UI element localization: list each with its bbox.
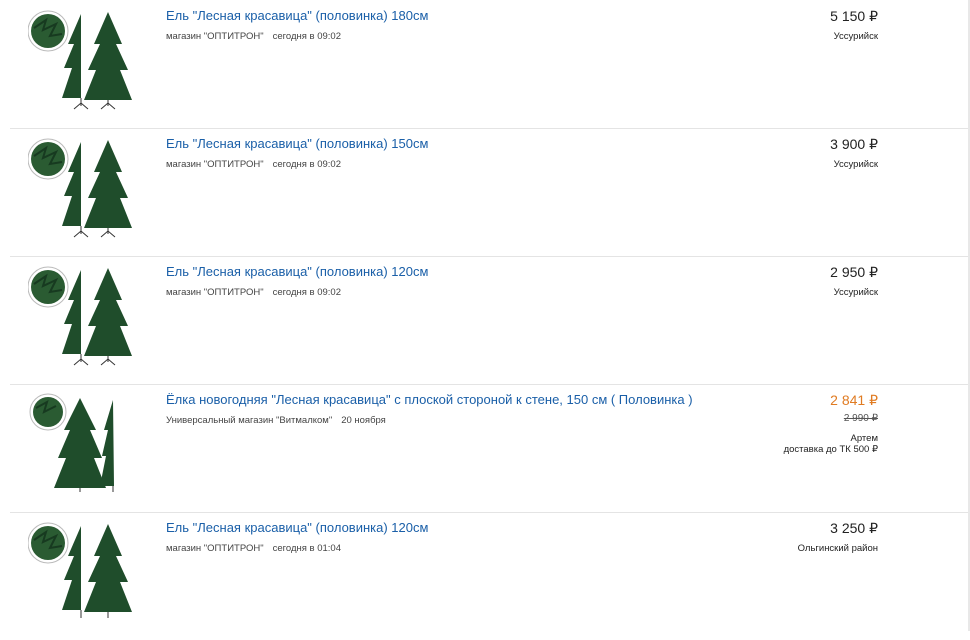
listing-price: 2 841 ₽: [830, 392, 878, 408]
listing-title-link[interactable]: Ёлка новогодняя "Лесная красавица" с пло…: [166, 392, 693, 407]
listing-price: 5 150 ₽: [830, 8, 878, 24]
listing-image[interactable]: [28, 518, 138, 622]
listing-location: Артем: [850, 433, 878, 444]
listing-date: сегодня в 09:02: [272, 287, 341, 298]
listing-image[interactable]: [28, 390, 138, 494]
listing-title-link[interactable]: Ель "Лесная красавица" (половинка) 120см: [166, 520, 428, 535]
seller-name[interactable]: магазин "ОПТИТРОН": [166, 287, 264, 298]
listing-meta: магазин "ОПТИТРОН" сегодня в 01:04: [166, 543, 341, 554]
listing-location: Уссурийск: [833, 31, 878, 42]
listing-meta: Универсальный магазин "Витмалком" 20 нояб…: [166, 415, 386, 426]
seller-name[interactable]: Универсальный магазин "Витмалком": [166, 415, 332, 426]
listing-location: Ольгинский район: [797, 543, 878, 554]
listing-price: 3 900 ₽: [830, 136, 878, 152]
listing-row[interactable]: Ель "Лесная красавица" (половинка) 180см…: [10, 0, 970, 129]
listing-title-link[interactable]: Ель "Лесная красавица" (половинка) 120см: [166, 264, 428, 279]
listing-price: 3 250 ₽: [830, 520, 878, 536]
listing-row[interactable]: Ёлка новогодняя "Лесная красавица" с пло…: [10, 384, 970, 513]
listing-title-link[interactable]: Ель "Лесная красавица" (половинка) 180см: [166, 8, 428, 23]
listing-date: 20 ноября: [341, 415, 386, 426]
listing-meta: магазин "ОПТИТРОН" сегодня в 09:02: [166, 287, 341, 298]
listing-date: сегодня в 09:02: [272, 31, 341, 42]
listing-date: сегодня в 01:04: [272, 543, 341, 554]
listing-row[interactable]: Ель "Лесная красавица" (половинка) 150см…: [10, 128, 970, 257]
listing-row[interactable]: Ель "Лесная красавица" (половинка) 120см…: [10, 256, 970, 385]
listing-meta: магазин "ОПТИТРОН" сегодня в 09:02: [166, 159, 341, 170]
listing-price: 2 950 ₽: [830, 264, 878, 280]
listing-title-link[interactable]: Ель "Лесная красавица" (половинка) 150см: [166, 136, 428, 151]
seller-name[interactable]: магазин "ОПТИТРОН": [166, 31, 264, 42]
listing-old-price: 2 990 ₽: [843, 413, 878, 424]
seller-name[interactable]: магазин "ОПТИТРОН": [166, 159, 264, 170]
listing-date: сегодня в 09:02: [272, 159, 341, 170]
listing-row[interactable]: Ель "Лесная красавица" (половинка) 120см…: [10, 512, 970, 640]
seller-name[interactable]: магазин "ОПТИТРОН": [166, 543, 264, 554]
listing-meta: магазин "ОПТИТРОН" сегодня в 09:02: [166, 31, 341, 42]
listing-location: Уссурийск: [833, 159, 878, 170]
listing-image[interactable]: [28, 262, 138, 366]
listing-image[interactable]: [28, 6, 138, 110]
listing-location: Уссурийск: [833, 287, 878, 298]
listing-image[interactable]: [28, 134, 138, 238]
listing-delivery: доставка до ТК 500 ₽: [783, 444, 878, 455]
